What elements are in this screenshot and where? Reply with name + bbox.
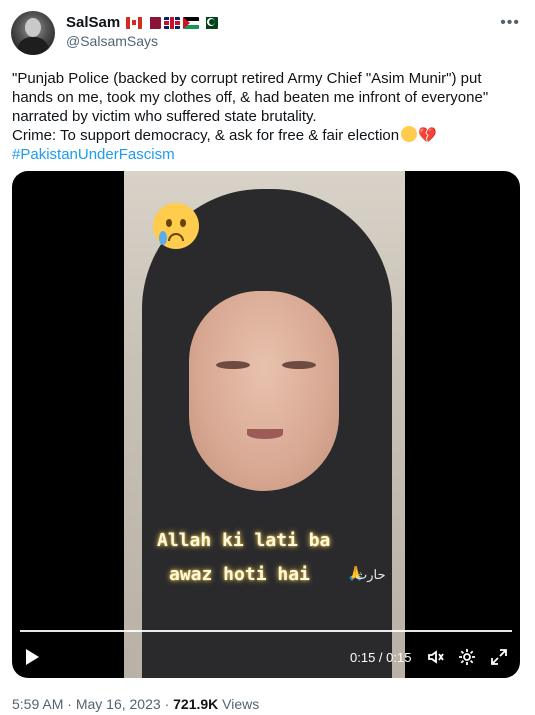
views-count: 721.9K <box>173 696 219 712</box>
volume-icon[interactable] <box>426 647 446 667</box>
hashtag-link[interactable]: #PakistanUnderFascism <box>12 145 522 164</box>
uk-flag-icon <box>164 16 181 29</box>
tweet-date[interactable]: May 16, 2023 <box>76 696 161 712</box>
video-caption-line1: Allah ki lati ba <box>157 530 331 551</box>
thinking-face-icon <box>401 126 418 142</box>
author-display-name[interactable]: SalSam <box>66 14 120 31</box>
video-time: 0:15 / 0:15 <box>350 650 412 665</box>
avatar-body <box>17 37 49 55</box>
more-icon[interactable]: ••• <box>500 14 520 32</box>
crying-face-icon <box>153 203 199 249</box>
qatar-flag-icon <box>145 16 162 29</box>
author-handle[interactable]: @SalsamSays <box>66 33 158 49</box>
emoji-eye <box>166 219 172 227</box>
tweet-line-3: narrated by victim who suffered state br… <box>12 108 317 125</box>
fullscreen-icon[interactable] <box>489 647 509 667</box>
avatar-head <box>25 18 41 37</box>
flag-emojis <box>126 16 219 29</box>
palestine-flag-icon <box>183 16 200 29</box>
tweet-line-2: hands on me, took my clothes off, & had … <box>12 89 489 106</box>
emoji-tear <box>159 231 167 245</box>
video-watermark: حارث <box>355 567 386 582</box>
tweet-line-1: "Punjab Police (backed by corrupt retire… <box>12 70 482 87</box>
video-subject-mouth <box>247 429 283 439</box>
emoji-eye <box>180 219 186 227</box>
avatar[interactable] <box>11 11 55 55</box>
pakistan-flag-icon <box>202 16 219 29</box>
play-icon[interactable] <box>26 649 39 665</box>
settings-icon[interactable] <box>457 647 477 667</box>
emoji-mouth <box>168 233 184 241</box>
video-subject-eye <box>216 361 250 369</box>
video-subject-face <box>189 291 339 491</box>
broken-heart-icon: 💔 <box>418 127 437 144</box>
video-player[interactable]: Allah ki lati ba awaz hoti hai 🙏 حارث 0:… <box>12 171 520 678</box>
video-progress-bar[interactable] <box>20 630 512 632</box>
tweet-line-4-text: Crime: To support democracy, & ask for f… <box>12 127 400 144</box>
tweet-text: "Punjab Police (backed by corrupt retire… <box>12 69 522 164</box>
meta-separator: · <box>67 696 72 712</box>
video-subject-eye <box>282 361 316 369</box>
tweet-time[interactable]: 5:59 AM <box>12 696 63 712</box>
author-name-row: SalSam <box>66 14 219 31</box>
video-caption-line2: awaz hoti hai <box>169 564 310 585</box>
canada-flag-icon <box>126 16 143 29</box>
views-label: Views <box>222 696 260 712</box>
tweet-meta: 5:59 AM · May 16, 2023 · 721.9K Views <box>12 696 259 712</box>
tweet-line-4: Crime: To support democracy, & ask for f… <box>12 126 522 145</box>
meta-separator: · <box>164 696 170 712</box>
